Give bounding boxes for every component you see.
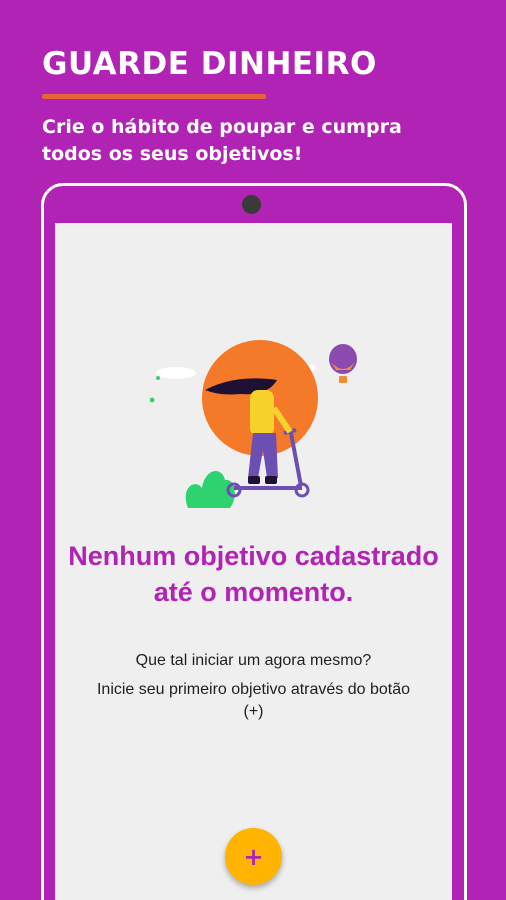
girl-on-scooter-illustration <box>150 340 357 508</box>
empty-state-title: Nenhum objetivo cadastrado até o momento… <box>68 541 439 607</box>
plus-icon: + <box>243 842 264 871</box>
promo-underline <box>42 94 266 99</box>
empty-state-hint: Inicie seu primeiro objetivo através do … <box>96 681 411 720</box>
empty-state-question: Que tal iniciar um agora mesmo? <box>135 652 372 669</box>
camera-icon <box>242 195 261 214</box>
promo-title: GUARDE DINHEIRO <box>42 46 377 82</box>
add-objective-button[interactable]: + <box>225 828 282 885</box>
promo-subtitle: Crie o hábito de poupar e cumpra todos o… <box>42 116 402 165</box>
app-screen: Nenhum objetivo cadastrado até o momento… <box>55 223 452 900</box>
